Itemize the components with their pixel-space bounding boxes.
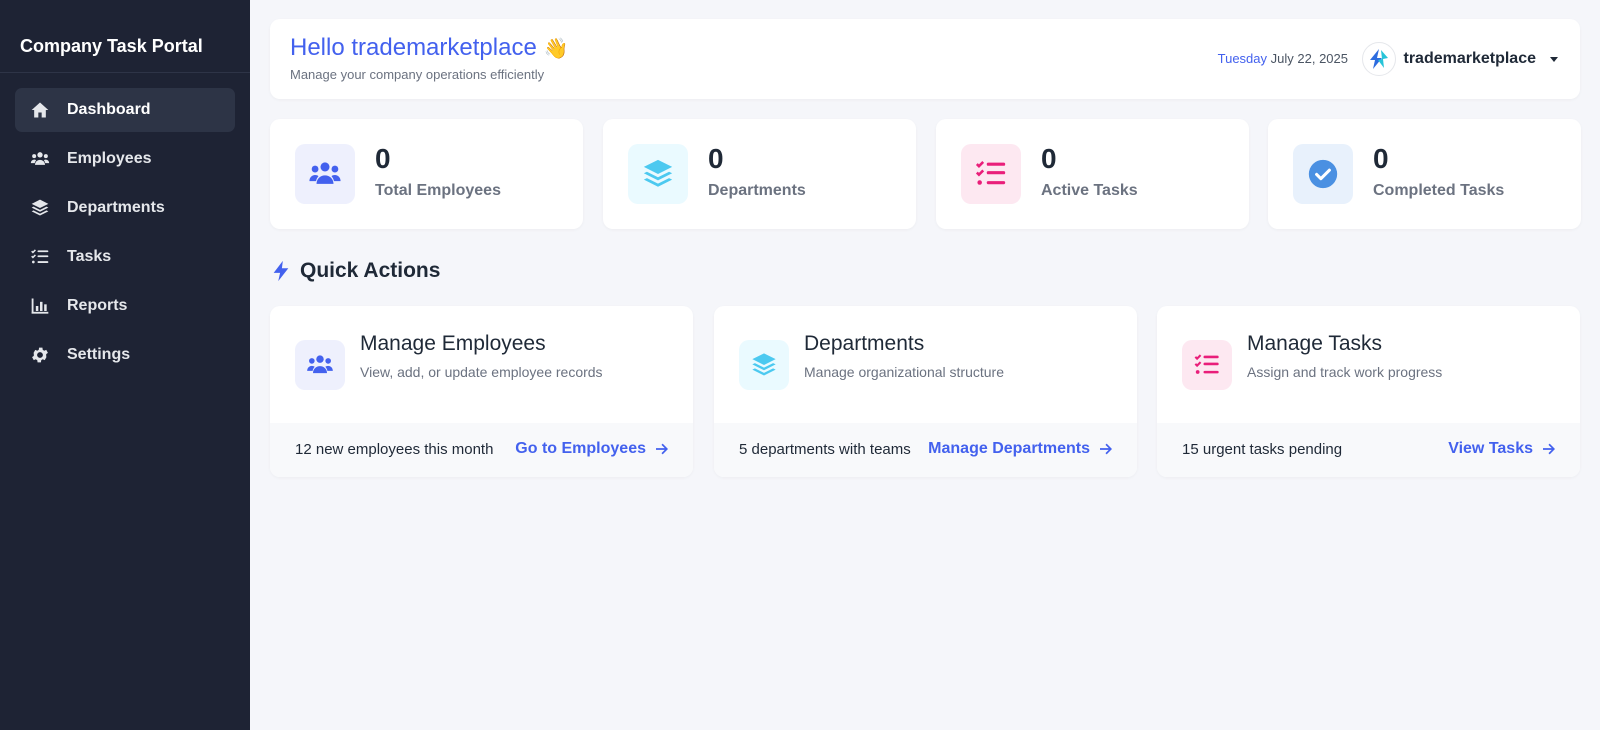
- stat-card-departments: 0 Departments: [603, 119, 916, 229]
- check-circle-icon: [1293, 144, 1353, 204]
- link-label: Manage Departments: [928, 440, 1090, 457]
- stat-card-total-employees: 0 Total Employees: [270, 119, 583, 229]
- sidebar-item-label: Departments: [67, 199, 165, 216]
- gear-icon: [29, 344, 51, 366]
- stat-value: 0: [1041, 143, 1057, 174]
- card-title: Manage Tasks: [1247, 332, 1383, 355]
- tasks-icon: [29, 246, 51, 268]
- chevron-down-icon: [1550, 56, 1558, 62]
- card-description: Assign and track work progress: [1247, 364, 1443, 380]
- quick-action-employees: Manage Employees View, add, or update em…: [270, 306, 693, 477]
- wave-emoji: 👋: [543, 38, 569, 60]
- link-label: View Tasks: [1448, 440, 1533, 457]
- main-content: Hello trademarketplace 👋 Manage your com…: [250, 0, 1600, 730]
- view-tasks-link[interactable]: View Tasks: [1448, 440, 1557, 458]
- card-description: View, add, or update employee records: [360, 364, 603, 380]
- tasks-icon: [961, 144, 1021, 204]
- card-description: Manage organizational structure: [804, 364, 1005, 380]
- link-label: Go to Employees: [515, 440, 646, 457]
- stat-label: Completed Tasks: [1373, 182, 1505, 199]
- sidebar: Company Task Portal Dashboard Employees …: [0, 0, 250, 730]
- welcome-header: Hello trademarketplace 👋 Manage your com…: [270, 19, 1580, 99]
- stat-label: Active Tasks: [1041, 182, 1138, 199]
- quick-actions-label: Quick Actions: [300, 259, 441, 282]
- header-subtitle: Manage your company operations efficient…: [290, 67, 545, 82]
- manage-departments-link[interactable]: Manage Departments: [928, 440, 1114, 458]
- sidebar-item-tasks[interactable]: Tasks: [15, 235, 235, 279]
- sidebar-nav: Dashboard Employees Departments Tasks Re…: [0, 73, 250, 377]
- tasks-icon: [1182, 340, 1232, 390]
- greeting: Hello trademarketplace 👋: [290, 34, 568, 62]
- sidebar-item-label: Settings: [67, 346, 131, 363]
- card-footer-text: 12 new employees this month: [295, 441, 494, 458]
- stat-value: 0: [375, 143, 391, 174]
- card-footer-text: 15 urgent tasks pending: [1182, 441, 1343, 458]
- current-date-text: July 22, 2025: [1270, 51, 1348, 66]
- card-footer-text: 5 departments with teams: [739, 441, 911, 458]
- bolt-icon: [273, 260, 289, 282]
- username: trademarketplace: [1403, 50, 1536, 67]
- greeting-text: Hello trademarketplace: [290, 34, 537, 61]
- stat-label: Departments: [708, 182, 806, 199]
- sidebar-item-settings[interactable]: Settings: [15, 333, 235, 377]
- users-icon: [295, 340, 345, 390]
- users-icon: [29, 148, 51, 170]
- card-footer: 15 urgent tasks pending View Tasks: [1157, 423, 1580, 477]
- brand-title: Company Task Portal: [0, 0, 250, 73]
- layers-icon: [628, 144, 688, 204]
- quick-actions-title: Quick Actions: [270, 259, 440, 283]
- card-footer: 12 new employees this month Go to Employ…: [270, 423, 693, 477]
- sidebar-item-label: Reports: [67, 297, 128, 314]
- sidebar-item-label: Employees: [67, 150, 152, 167]
- sidebar-item-label: Dashboard: [67, 101, 151, 118]
- layers-icon: [29, 197, 51, 219]
- sidebar-item-departments[interactable]: Departments: [15, 186, 235, 230]
- quick-action-tasks: Manage Tasks Assign and track work progr…: [1157, 306, 1580, 477]
- card-footer: 5 departments with teams Manage Departme…: [714, 423, 1137, 477]
- arrow-right-icon: [656, 443, 668, 455]
- user-menu[interactable]: trademarketplace: [1362, 42, 1558, 76]
- card-title: Manage Employees: [360, 332, 546, 355]
- sidebar-item-reports[interactable]: Reports: [15, 284, 235, 328]
- layers-icon: [739, 340, 789, 390]
- home-icon: [29, 99, 51, 121]
- quick-action-departments: Departments Manage organizational struct…: [714, 306, 1137, 477]
- stat-value: 0: [1373, 143, 1389, 174]
- go-to-employees-link[interactable]: Go to Employees: [515, 440, 670, 458]
- users-icon: [295, 144, 355, 204]
- arrow-right-icon: [1543, 443, 1555, 455]
- avatar: [1362, 42, 1397, 76]
- chart-icon: [29, 295, 51, 317]
- arrow-right-icon: [1100, 443, 1112, 455]
- card-title: Departments: [804, 332, 925, 355]
- sidebar-item-dashboard[interactable]: Dashboard: [15, 88, 235, 132]
- current-date: Tuesday July 22, 2025: [1218, 51, 1348, 66]
- stat-card-active-tasks: 0 Active Tasks: [936, 119, 1249, 229]
- sidebar-item-employees[interactable]: Employees: [15, 137, 235, 181]
- stat-label: Total Employees: [375, 182, 501, 199]
- current-day: Tuesday: [1217, 51, 1268, 66]
- stat-card-completed-tasks: 0 Completed Tasks: [1268, 119, 1581, 229]
- sidebar-item-label: Tasks: [67, 248, 112, 265]
- stat-value: 0: [708, 143, 724, 174]
